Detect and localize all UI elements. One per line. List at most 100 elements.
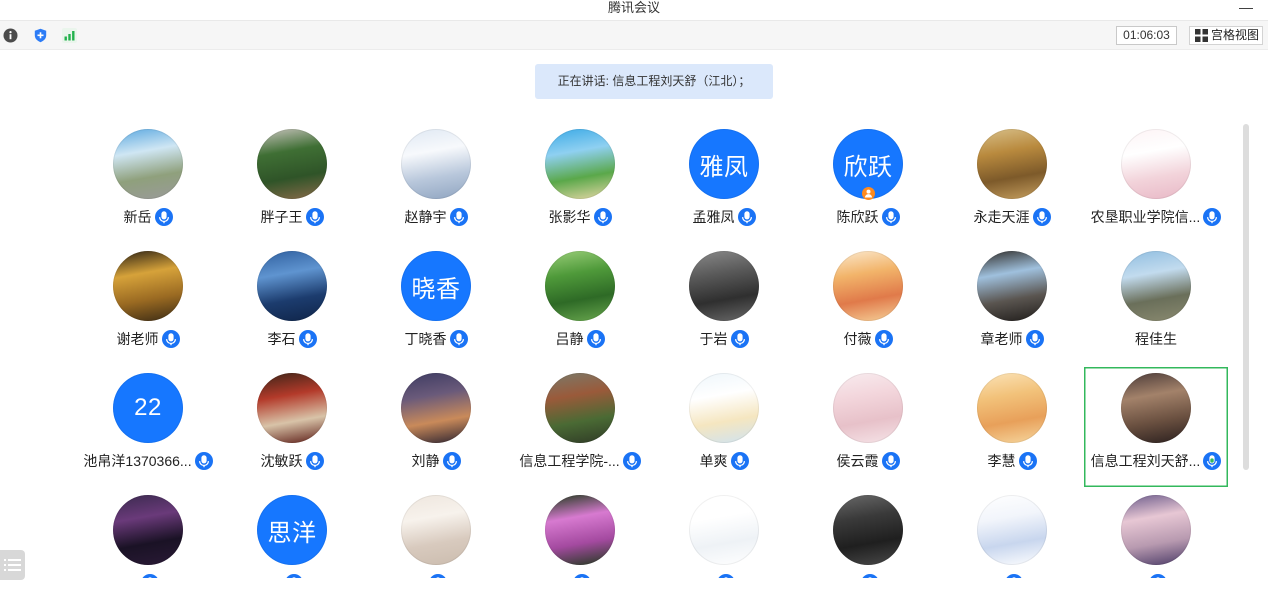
microphone-icon[interactable] — [449, 330, 468, 348]
microphone-icon[interactable] — [874, 330, 893, 348]
participant-avatar — [833, 495, 903, 565]
participant-tile[interactable] — [364, 489, 508, 578]
grid-view-button[interactable]: 宫格视图 — [1189, 26, 1263, 45]
participant-avatar — [977, 251, 1047, 321]
participant-avatar — [545, 129, 615, 199]
participant-avatar — [1121, 373, 1191, 443]
host-icon — [862, 187, 875, 200]
participant-tile[interactable] — [76, 489, 220, 578]
microphone-icon[interactable] — [1005, 574, 1023, 578]
participant-tile[interactable]: 晓香 丁晓香 — [364, 245, 508, 365]
participant-name-row: 信息工程学院-... — [508, 451, 652, 471]
participant-tile[interactable]: 信息工程学院-... — [508, 367, 652, 487]
microphone-icon[interactable] — [442, 452, 461, 470]
participant-tile[interactable]: 农垦职业学院信... — [1084, 123, 1228, 243]
participant-tile[interactable]: 张影华 — [508, 123, 652, 243]
microphone-icon[interactable] — [586, 330, 605, 348]
avatar-initials: 思洋 — [267, 519, 317, 547]
participant-name: 李石 — [267, 331, 296, 347]
participant-tile[interactable]: 程佳生 — [1084, 245, 1228, 365]
microphone-icon[interactable] — [1025, 330, 1044, 348]
microphone-icon[interactable] — [1032, 208, 1051, 226]
participant-name-row: 吕静 — [508, 329, 652, 349]
microphone-icon[interactable] — [861, 574, 879, 578]
participant-tile[interactable]: 吕静 — [508, 245, 652, 365]
microphone-icon[interactable] — [141, 574, 159, 578]
participant-avatar — [833, 373, 903, 443]
microphone-icon[interactable] — [730, 452, 749, 470]
participant-name: 付薇 — [843, 331, 872, 347]
participant-tile[interactable] — [1084, 489, 1228, 578]
participant-tile[interactable]: 李石 — [220, 245, 364, 365]
participant-name: 程佳生 — [1135, 331, 1177, 347]
participant-avatar — [977, 129, 1047, 199]
participant-name-row — [1084, 573, 1228, 578]
participant-avatar — [113, 495, 183, 565]
participant-name: 张影华 — [548, 209, 591, 225]
participant-tile[interactable]: 李慧 — [940, 367, 1084, 487]
participant-tile[interactable]: 付薇 — [796, 245, 940, 365]
info-icon[interactable] — [3, 28, 18, 43]
participant-avatar: 欣跃 — [833, 129, 903, 200]
participant-name-row: 赵静宇 — [364, 207, 508, 227]
participant-tile[interactable]: 赵静宇 — [364, 123, 508, 243]
participant-tile[interactable]: 章老师 — [940, 245, 1084, 365]
list-icon[interactable] — [0, 550, 25, 580]
microphone-icon[interactable] — [1149, 574, 1167, 578]
participant-name: 吕静 — [555, 331, 584, 347]
participant-name-row: 李石 — [220, 329, 364, 349]
participant-tile[interactable]: 单爽 — [652, 367, 796, 487]
minimize-button[interactable]: — — [1238, 0, 1254, 18]
microphone-icon[interactable] — [305, 208, 324, 226]
participant-tile[interactable]: 新岳 — [76, 123, 220, 243]
microphone-icon[interactable] — [449, 208, 468, 226]
microphone-icon[interactable] — [194, 452, 213, 470]
participant-avatar — [689, 373, 759, 443]
microphone-icon[interactable] — [622, 452, 641, 470]
participant-tile[interactable]: 胖子王 — [220, 123, 364, 243]
microphone-icon[interactable] — [881, 208, 900, 226]
microphone-icon[interactable] — [881, 452, 900, 470]
participant-tile[interactable]: 侯云霞 — [796, 367, 940, 487]
microphone-icon[interactable] — [737, 208, 756, 226]
participant-name-row: 程佳生 — [1084, 329, 1228, 349]
participant-avatar — [689, 251, 759, 321]
participant-name-row: 新岳 — [76, 207, 220, 227]
gallery-scrollbar[interactable] — [1243, 124, 1249, 470]
signal-icon[interactable] — [62, 28, 77, 43]
participant-tile[interactable]: 雅凤 孟雅凤 — [652, 123, 796, 243]
participant-tile[interactable]: 欣跃 陈欣跃 — [796, 123, 940, 243]
microphone-icon[interactable] — [730, 330, 749, 348]
participant-avatar: 晓香 — [401, 251, 471, 321]
participant-tile[interactable] — [796, 489, 940, 578]
microphone-icon[interactable] — [573, 574, 591, 578]
microphone-icon[interactable] — [161, 330, 180, 348]
participant-tile[interactable]: 沈敏跃 — [220, 367, 364, 487]
microphone-icon[interactable] — [1203, 452, 1222, 470]
microphone-icon[interactable] — [717, 574, 735, 578]
participant-tile[interactable] — [652, 489, 796, 578]
participant-avatar — [257, 251, 327, 321]
microphone-icon[interactable] — [298, 330, 317, 348]
shield-icon[interactable] — [33, 28, 48, 43]
participant-tile-speaking[interactable]: 信息工程刘天舒... — [1084, 367, 1228, 487]
meeting-timer: 01:06:03 — [1116, 26, 1177, 45]
participant-tile[interactable] — [508, 489, 652, 578]
participant-tile[interactable]: 刘静 — [364, 367, 508, 487]
participant-avatar — [545, 251, 615, 321]
participant-tile[interactable]: 谢老师 — [76, 245, 220, 365]
microphone-icon[interactable] — [154, 208, 173, 226]
microphone-icon[interactable] — [593, 208, 612, 226]
microphone-icon[interactable] — [305, 452, 324, 470]
participant-tile[interactable]: 22 池帛洋1370366... — [76, 367, 220, 487]
participant-tile[interactable]: 于岩 — [652, 245, 796, 365]
participant-name: 池帛洋1370366... — [83, 453, 192, 469]
participant-name-row: 侯云霞 — [796, 451, 940, 471]
microphone-icon[interactable] — [1203, 208, 1222, 226]
participant-tile[interactable]: 思洋 — [220, 489, 364, 578]
microphone-icon[interactable] — [285, 574, 303, 578]
participant-tile[interactable] — [940, 489, 1084, 578]
microphone-icon[interactable] — [1018, 452, 1037, 470]
microphone-icon[interactable] — [429, 574, 447, 578]
participant-tile[interactable]: 永走天涯 — [940, 123, 1084, 243]
